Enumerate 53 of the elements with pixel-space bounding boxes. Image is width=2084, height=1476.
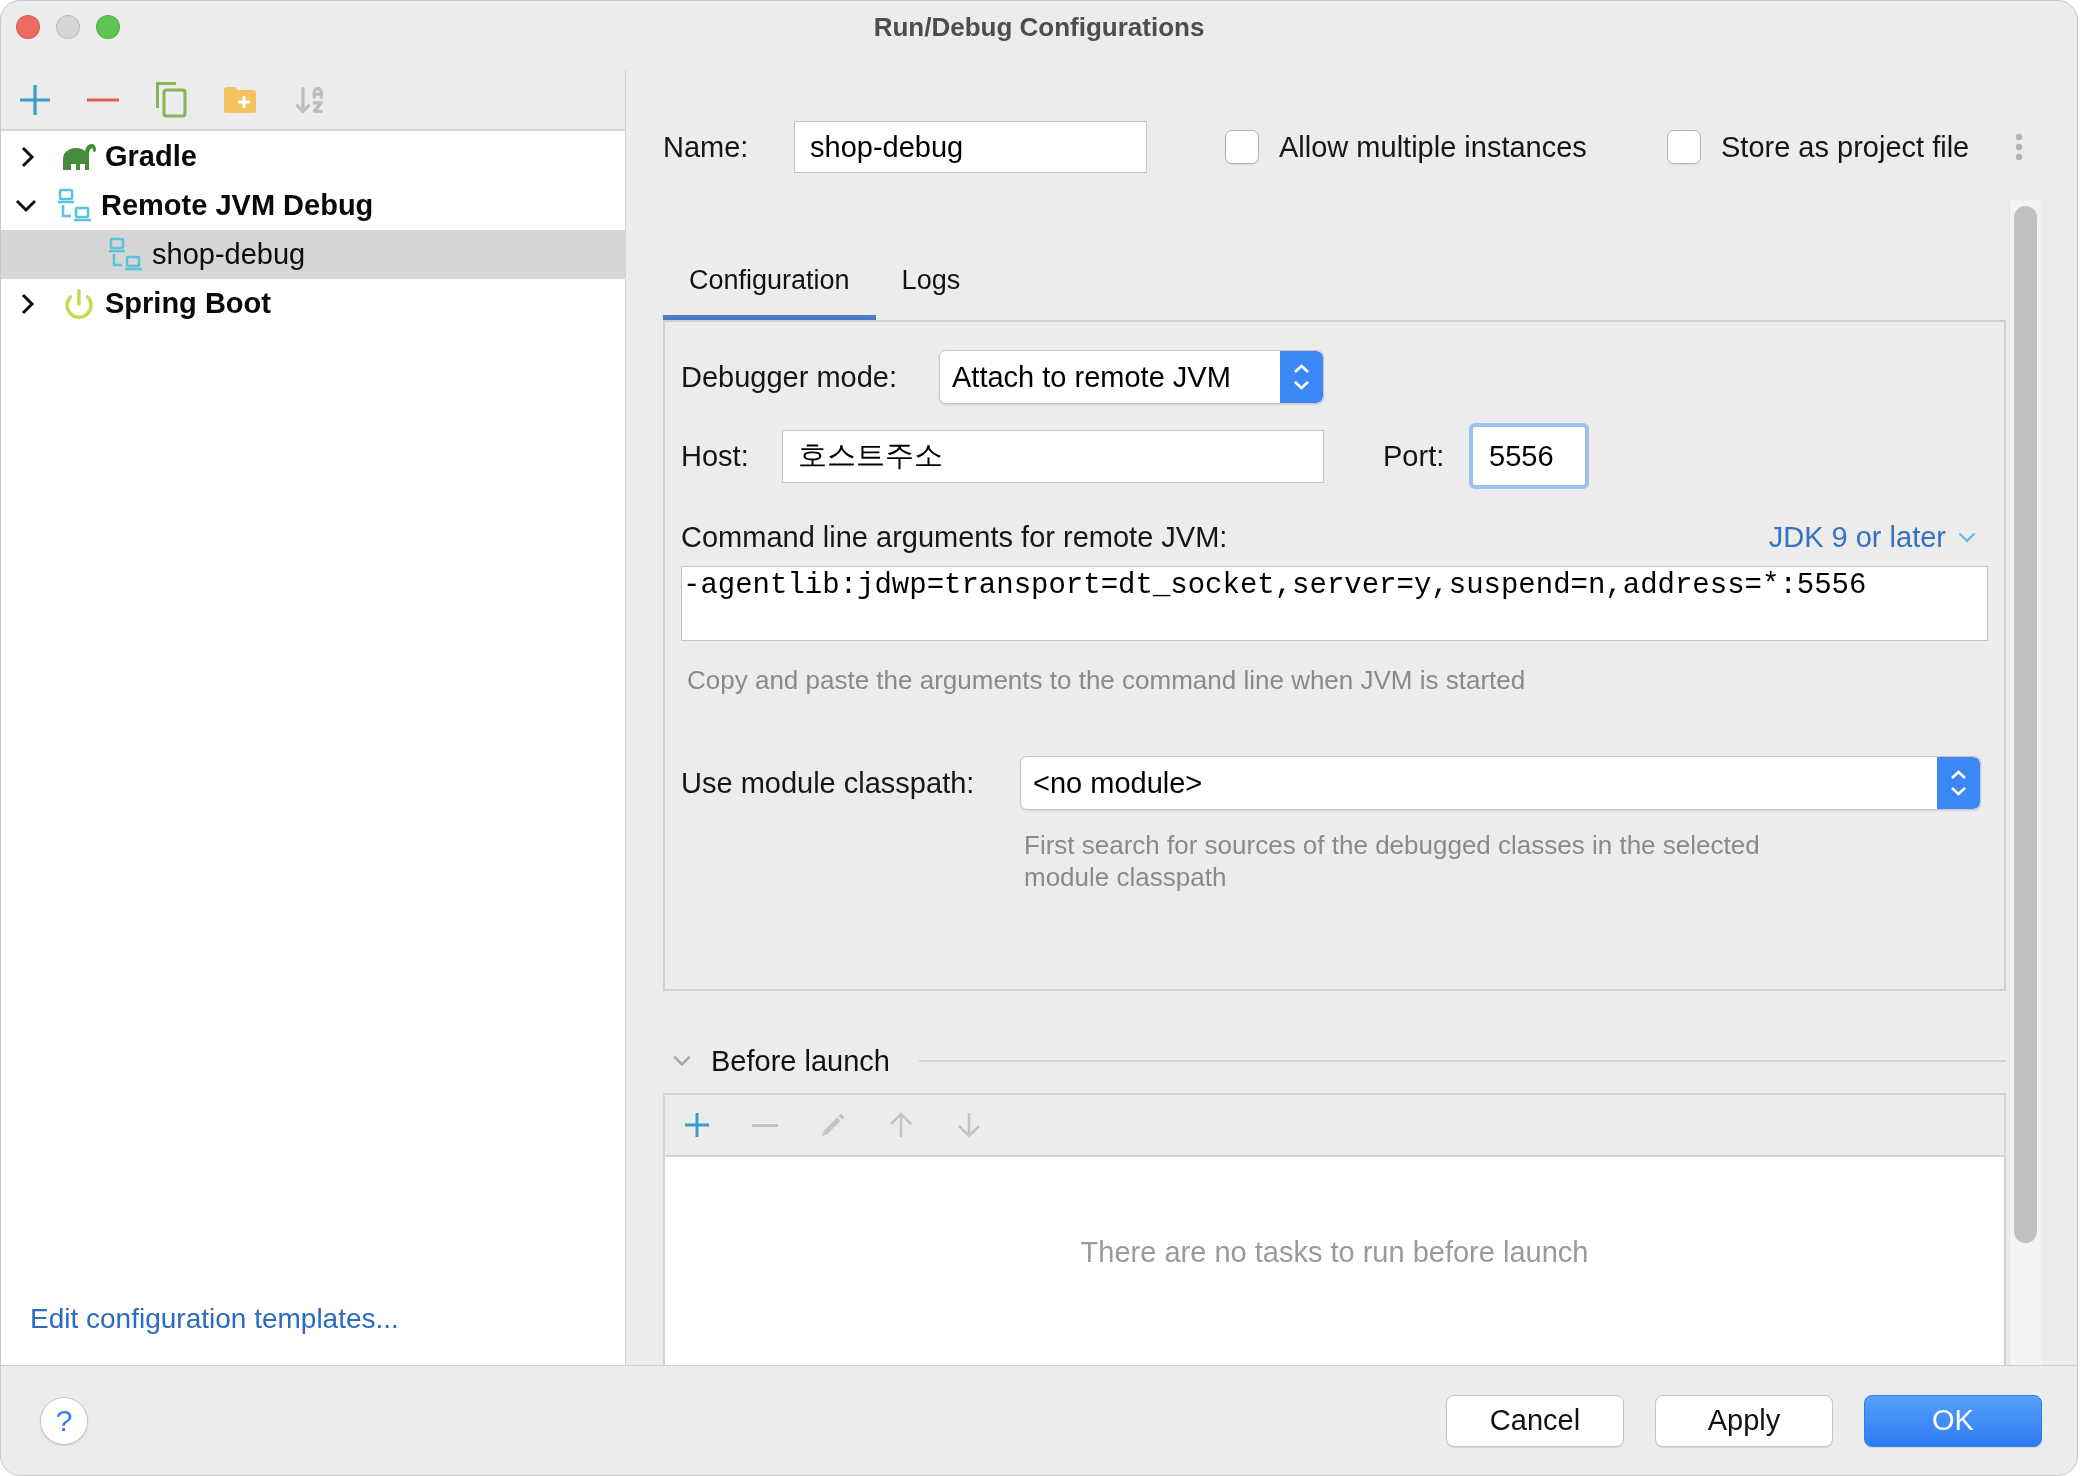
elephant-icon <box>61 141 97 172</box>
network-computers-icon <box>108 236 144 273</box>
hint-text: Copy and paste the arguments to the command line when JVM is started <box>687 664 1526 696</box>
field-label: Debugger mode: <box>681 360 899 394</box>
tree-item[interactable]: Remote JVM Debug <box>1 181 625 230</box>
remove-icon[interactable] <box>87 97 119 102</box>
up-down-arrows-icon <box>1937 757 1980 809</box>
host-field[interactable]: 호스트주소 <box>782 429 1324 483</box>
chevron-down-icon <box>1958 531 1976 543</box>
module-select[interactable]: <no module> <box>1020 756 1981 810</box>
field-label: Use module classpath: <box>681 766 976 800</box>
window-title: Run/Debug Configurations <box>873 11 1205 42</box>
hint-text: First search for sources of the debugged classes in the selected module classpath <box>1024 829 1761 893</box>
help-button[interactable]: ? <box>40 1396 88 1445</box>
copy-icon[interactable] <box>155 81 187 118</box>
up-down-arrows-icon <box>1280 351 1323 403</box>
field-label: Host: <box>681 439 750 473</box>
new-folder-icon[interactable] <box>223 85 257 114</box>
checkbox[interactable] <box>1667 130 1701 164</box>
section-title: Before launch <box>711 1044 890 1078</box>
debugger-mode-select[interactable]: Attach to remote JVM <box>939 350 1324 404</box>
more-icon[interactable] <box>2015 133 2023 161</box>
name-field[interactable]: shop-debug <box>794 121 1147 173</box>
tab[interactable]: Logs <box>875 245 987 320</box>
power-icon <box>63 287 95 320</box>
chevron-right-icon[interactable] <box>21 145 35 168</box>
zoom-button[interactable] <box>96 15 120 39</box>
arguments-field[interactable]: -agentlib:jdwp=transport=dt_socket,server=y,suspend=n,address=*:5556 <box>681 566 1988 641</box>
add-icon[interactable] <box>684 1112 710 1138</box>
dialog-button[interactable]: Cancel <box>1446 1394 1624 1447</box>
tab[interactable]: Configuration <box>663 245 876 320</box>
port-field[interactable]: 5556 <box>1469 423 1589 489</box>
minimize-button[interactable] <box>56 15 80 39</box>
field-label: Command line arguments for remote JVM: <box>681 520 1228 554</box>
edit-templates-link[interactable]: Edit configuration templates... <box>30 1303 399 1334</box>
field-label: Name: <box>663 130 750 164</box>
tree-item[interactable]: Gradle <box>1 132 625 181</box>
field-label: Port: <box>1383 439 1446 473</box>
add-icon[interactable] <box>19 83 51 116</box>
checkbox[interactable] <box>1225 130 1259 164</box>
network-computers-icon <box>57 187 93 224</box>
checkbox-label: Store as project file <box>1721 130 1970 164</box>
checkbox-label: Allow multiple instances <box>1279 130 1587 164</box>
chevron-right-icon[interactable] <box>21 292 35 315</box>
scrollbar[interactable] <box>2009 200 2041 1365</box>
tree-item[interactable]: shop-debug <box>1 230 625 279</box>
dialog-button[interactable]: Apply <box>1655 1394 1833 1447</box>
scrollbar-thumb[interactable] <box>2014 206 2037 1243</box>
chevron-down-icon[interactable] <box>15 198 37 213</box>
version-dropdown[interactable]: JDK 9 or later <box>1768 520 1976 554</box>
close-button[interactable] <box>16 15 40 39</box>
empty-message: There are no tasks to run before launch <box>1080 1236 1589 1269</box>
tree-item[interactable]: Spring Boot <box>1 279 625 328</box>
